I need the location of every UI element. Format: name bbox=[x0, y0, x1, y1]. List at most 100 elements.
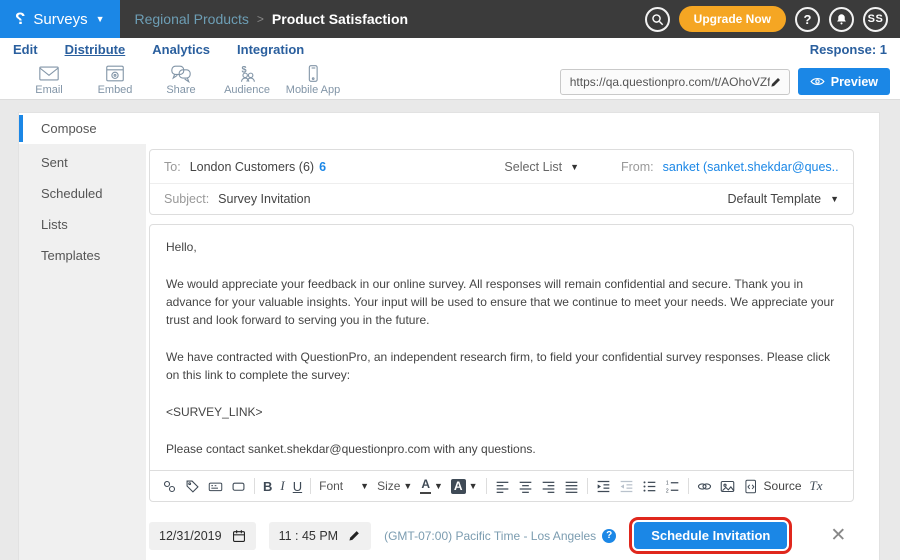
email-panel: Compose Sent Scheduled Lists Templates T… bbox=[18, 112, 880, 560]
source-button[interactable]: Source bbox=[743, 479, 802, 494]
timezone-help-icon[interactable]: ? bbox=[602, 529, 616, 543]
channel-audience[interactable]: $ Audience bbox=[214, 64, 280, 96]
chevron-down-icon: ▼ bbox=[96, 15, 105, 24]
survey-url-box bbox=[560, 69, 790, 95]
tag-icon[interactable] bbox=[185, 479, 200, 494]
schedule-date-picker[interactable]: 12/31/2019 bbox=[149, 522, 256, 550]
survey-url-input[interactable] bbox=[570, 75, 770, 89]
breadcrumb-parent[interactable]: Regional Products bbox=[135, 11, 249, 27]
preview-label: Preview bbox=[831, 75, 878, 89]
body-paragraph: We would appreciate your feedback in our… bbox=[166, 275, 837, 329]
size-dropdown[interactable]: Size▼ bbox=[377, 479, 412, 493]
channel-bar-right: Preview bbox=[560, 64, 890, 95]
email-body-textarea[interactable]: Hello, We would appreciate your feedback… bbox=[150, 225, 853, 470]
notifications-bell-icon[interactable] bbox=[829, 7, 854, 32]
size-dropdown-label: Size bbox=[377, 479, 400, 493]
response-count[interactable]: Response: 1 bbox=[810, 42, 887, 57]
channel-embed-label: Embed bbox=[98, 84, 133, 96]
toolbar-separator bbox=[486, 478, 487, 494]
address-box: To: London Customers (6) 6 Select List ▼… bbox=[149, 149, 854, 215]
highlight-annotation-ring: Schedule Invitation bbox=[629, 517, 792, 554]
outdent-icon[interactable] bbox=[619, 479, 634, 494]
share-icon bbox=[170, 64, 192, 83]
background-color-button[interactable]: A▼ bbox=[451, 479, 478, 494]
body-paragraph: <SURVEY_LINK> bbox=[166, 403, 837, 421]
font-dropdown[interactable]: Font▼ bbox=[319, 479, 369, 493]
topbar-actions: Upgrade Now ? SS bbox=[645, 6, 900, 32]
indent-icon[interactable] bbox=[596, 479, 611, 494]
justify-icon[interactable] bbox=[564, 479, 579, 494]
channel-embed[interactable]: Embed bbox=[82, 64, 148, 96]
calendar-icon bbox=[232, 529, 246, 543]
sidebar-item-lists[interactable]: Lists bbox=[19, 209, 146, 240]
channel-email[interactable]: Email bbox=[16, 64, 82, 96]
panel-body: Sent Scheduled Lists Templates To: Londo… bbox=[19, 144, 879, 560]
insert-link-icon[interactable] bbox=[697, 479, 712, 494]
questionpro-app: ? Surveys ▼ Regional Products > Product … bbox=[0, 0, 900, 560]
from-value[interactable]: sanket (sanket.shekdar@ques... bbox=[663, 160, 839, 174]
channel-mobile-app[interactable]: Mobile App bbox=[280, 64, 346, 96]
template-dropdown[interactable]: Default Template ▼ bbox=[728, 192, 840, 206]
sidebar-item-templates[interactable]: Templates bbox=[19, 240, 146, 271]
close-icon[interactable]: ✕ bbox=[830, 526, 846, 545]
select-list-dropdown[interactable]: Select List ▼ bbox=[504, 160, 579, 174]
sidebar-item-sent-label: Sent bbox=[41, 155, 68, 170]
surveys-product-menu[interactable]: ? Surveys ▼ bbox=[0, 0, 120, 38]
help-icon[interactable]: ? bbox=[795, 7, 820, 32]
sidebar-item-lists-label: Lists bbox=[41, 217, 68, 232]
edit-time-pencil-icon bbox=[348, 529, 361, 542]
schedule-time-picker[interactable]: 11 : 45 PM bbox=[269, 522, 372, 550]
preview-button[interactable]: Preview bbox=[798, 68, 890, 95]
bg-color-label: A bbox=[451, 479, 466, 494]
to-value[interactable]: London Customers (6) bbox=[190, 160, 314, 174]
italic-button[interactable]: I bbox=[280, 478, 284, 494]
align-center-icon[interactable] bbox=[518, 479, 533, 494]
insert-image-icon[interactable] bbox=[720, 479, 735, 494]
remove-format-icon[interactable]: Tx bbox=[810, 478, 823, 494]
distribute-channel-bar: Email Embed Share $ Audience Mobile App bbox=[0, 61, 900, 100]
tab-analytics[interactable]: Analytics bbox=[152, 42, 210, 57]
user-avatar[interactable]: SS bbox=[863, 7, 888, 32]
body-paragraph: Hello, bbox=[166, 238, 837, 256]
body-paragraph: Please contact sanket.shekdar@questionpr… bbox=[166, 440, 837, 458]
email-editor: Hello, We would appreciate your feedback… bbox=[149, 224, 854, 502]
chevron-down-icon: ▼ bbox=[434, 481, 443, 491]
tab-edit[interactable]: Edit bbox=[13, 42, 38, 57]
subject-value[interactable]: Survey Invitation bbox=[218, 192, 310, 206]
schedule-invitation-button[interactable]: Schedule Invitation bbox=[634, 522, 787, 549]
tab-distribute[interactable]: Distribute bbox=[65, 42, 126, 57]
button-widget-icon[interactable] bbox=[231, 479, 246, 494]
numbered-list-icon[interactable]: 12 bbox=[665, 479, 680, 494]
distribute-sidebar: Sent Scheduled Lists Templates bbox=[19, 144, 146, 560]
svg-text:2: 2 bbox=[665, 488, 668, 494]
source-button-label: Source bbox=[764, 479, 802, 493]
unlink-icon[interactable] bbox=[162, 479, 177, 494]
channel-share[interactable]: Share bbox=[148, 64, 214, 96]
align-left-icon[interactable] bbox=[495, 479, 510, 494]
timezone-group: (GMT-07:00) Pacific Time - Los Angeles ? bbox=[384, 529, 616, 543]
recipient-count-badge[interactable]: 6 bbox=[319, 160, 326, 174]
upgrade-now-button[interactable]: Upgrade Now bbox=[679, 6, 786, 32]
search-icon[interactable] bbox=[645, 7, 670, 32]
align-right-icon[interactable] bbox=[541, 479, 556, 494]
sidebar-item-sent[interactable]: Sent bbox=[19, 147, 146, 178]
questionpro-logo-icon: ? bbox=[15, 9, 25, 29]
from-group: From: sanket (sanket.shekdar@ques... bbox=[621, 160, 839, 174]
edit-url-pencil-icon[interactable] bbox=[770, 76, 782, 88]
text-color-button[interactable]: A▼ bbox=[420, 478, 443, 493]
keycard-icon[interactable] bbox=[208, 479, 223, 494]
sidebar-item-scheduled-label: Scheduled bbox=[41, 186, 102, 201]
schedule-time-value: 11 : 45 PM bbox=[279, 529, 339, 543]
tab-integration[interactable]: Integration bbox=[237, 42, 304, 57]
sidebar-item-compose[interactable]: Compose bbox=[19, 113, 879, 144]
schedule-row: 12/31/2019 11 : 45 PM (GMT-07:00) Pacifi… bbox=[149, 517, 854, 554]
underline-button[interactable]: U bbox=[293, 479, 302, 494]
toolbar-separator bbox=[587, 478, 588, 494]
subject-row: Subject: Survey Invitation Default Templ… bbox=[150, 183, 853, 214]
breadcrumb: Regional Products > Product Satisfaction bbox=[135, 11, 409, 27]
mobile-app-icon bbox=[302, 64, 324, 83]
bold-button[interactable]: B bbox=[263, 479, 272, 494]
timezone-label: (GMT-07:00) Pacific Time - Los Angeles bbox=[384, 529, 596, 543]
sidebar-item-scheduled[interactable]: Scheduled bbox=[19, 178, 146, 209]
bullet-list-icon[interactable] bbox=[642, 479, 657, 494]
